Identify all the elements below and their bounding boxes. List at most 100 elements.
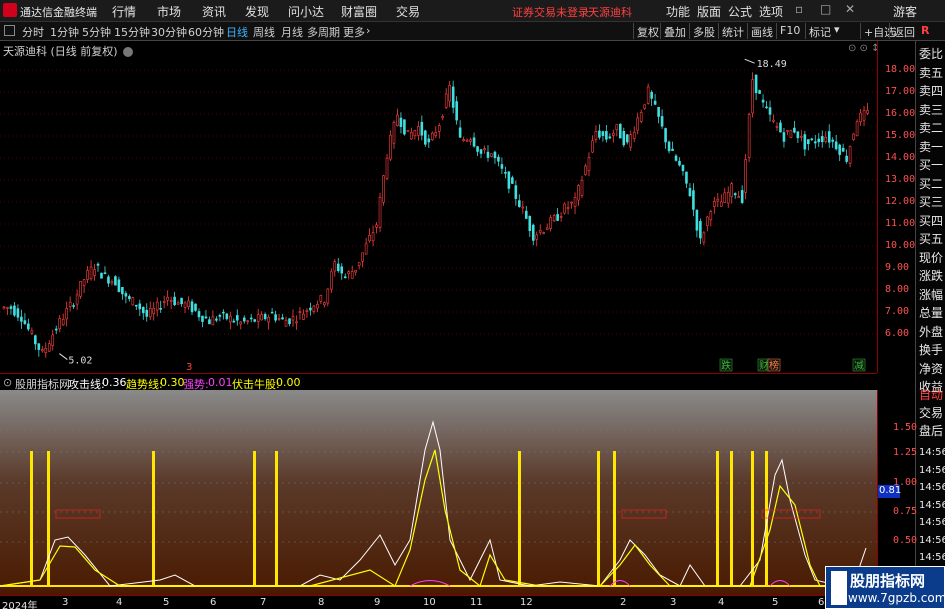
multi-stock-button[interactable]: 多股 (689, 23, 718, 39)
period-tab[interactable]: 5分钟 (82, 24, 111, 40)
side-panel-item[interactable]: 买三 (919, 193, 943, 210)
chevron-right-icon[interactable]: › (366, 24, 370, 37)
window-close-icon[interactable]: ✕ (845, 2, 855, 16)
guest-user[interactable]: 游客 (893, 3, 917, 20)
candle-body (813, 141, 817, 144)
side-panel-item[interactable]: 自动 (919, 386, 943, 403)
candle-body (148, 308, 152, 318)
menu-news[interactable]: 资讯 (202, 3, 226, 20)
period-tab[interactable]: 60分钟 (188, 24, 224, 40)
candle-body (41, 349, 44, 352)
candle-body (674, 155, 678, 161)
candle-body (9, 306, 13, 309)
candlestick-chart[interactable]: 18.49 5.02 3 跌 财榜 减 (0, 41, 877, 373)
candle-body (413, 130, 417, 137)
menu-market-quotes[interactable]: 行情 (112, 3, 136, 20)
side-panel-item[interactable]: 14:56 (919, 535, 945, 546)
side-panel-item[interactable]: 买五 (919, 230, 943, 247)
side-panel-item[interactable]: 14:56 (919, 552, 945, 563)
back-button[interactable]: 返回 (889, 23, 918, 39)
menu-trade[interactable]: 交易 (396, 3, 420, 20)
trade-login-status[interactable]: 证券交易未登录 (512, 4, 589, 20)
candle-body (350, 271, 354, 279)
candle-body (796, 131, 800, 139)
side-panel-item[interactable]: 现价 (919, 249, 943, 266)
side-panel-item[interactable]: 卖四 (919, 82, 943, 99)
period-tab[interactable]: 月线 (281, 24, 303, 40)
side-panel-item[interactable]: 卖五 (919, 64, 943, 81)
side-panel-item[interactable]: 委比 (919, 45, 943, 62)
candle-body (403, 119, 406, 135)
panel-toggle-icon[interactable] (4, 25, 15, 36)
mark-dropdown-icon[interactable]: ▾ (834, 23, 840, 39)
side-panel-item[interactable]: 交易 (919, 404, 943, 421)
candle-body (636, 117, 640, 131)
candle-body (309, 307, 312, 311)
menu-function[interactable]: 功能 (666, 3, 690, 20)
side-panel-item[interactable]: 14:56 (919, 517, 945, 528)
side-panel-item[interactable]: 买四 (919, 212, 943, 229)
candle-body (100, 272, 103, 279)
period-tab[interactable]: 周线 (253, 24, 275, 40)
side-panel-item[interactable]: 总量 (919, 304, 943, 321)
candle-body (831, 139, 834, 142)
period-tab[interactable]: 分时 (22, 24, 44, 40)
candle-body (159, 307, 162, 310)
candle-body (107, 276, 110, 284)
candle-body (242, 317, 246, 322)
side-panel-item[interactable]: 14:56 (919, 465, 945, 476)
menu-discover[interactable]: 发现 (245, 3, 269, 20)
overlay-button[interactable]: 叠加 (660, 23, 689, 39)
candle-body (323, 302, 326, 306)
candle-body (726, 192, 730, 204)
side-panel-item[interactable]: 涨跌 (919, 267, 943, 284)
side-panel-item[interactable]: 买二 (919, 175, 943, 192)
candle-body (16, 308, 20, 318)
menu-options[interactable]: 选项 (759, 3, 783, 20)
indicator-settings-icon[interactable]: ⊙ (3, 376, 12, 389)
menu-layout[interactable]: 版面 (697, 3, 721, 20)
period-tab[interactable]: 15分钟 (114, 24, 150, 40)
period-tab[interactable]: 1分钟 (50, 24, 79, 40)
mark-button[interactable]: 标记 (805, 23, 834, 39)
side-panel-item[interactable]: 14:56 (919, 500, 945, 511)
adjust-button[interactable]: 复权 (633, 23, 662, 39)
side-panel-item[interactable]: 卖二 (919, 119, 943, 136)
chart-toolbar-icons[interactable]: ⊙ ⊙ ↕ (848, 43, 880, 54)
side-panel-item[interactable]: 14:56 (919, 447, 945, 458)
window-restore-icon[interactable]: ▫ (795, 2, 803, 16)
period-tab[interactable]: 30分钟 (151, 24, 187, 40)
window-maximize-icon[interactable]: □ (820, 2, 831, 16)
side-panel-item[interactable]: 外盘 (919, 323, 943, 340)
period-tab-active[interactable]: 日线 (226, 24, 248, 40)
period-tab[interactable]: 多周期 (307, 24, 340, 40)
side-panel-item[interactable]: 买一 (919, 156, 943, 173)
candle-body (183, 302, 187, 308)
candle-body (608, 136, 612, 139)
chart-settings-icon[interactable] (123, 47, 134, 57)
side-panel-item[interactable]: 卖三 (919, 101, 943, 118)
menu-wealth[interactable]: 财富圈 (341, 3, 377, 20)
period-tab-more[interactable]: 更多 (343, 24, 365, 40)
draw-line-button[interactable]: 画线 (747, 23, 776, 39)
f10-button[interactable]: F10 (776, 23, 803, 39)
menu-formula[interactable]: 公式 (728, 3, 752, 20)
menu-market[interactable]: 市场 (157, 3, 181, 20)
signal-spike (152, 451, 155, 587)
candle-body (500, 164, 504, 169)
candle-body (336, 263, 340, 272)
menu-xiaoda[interactable]: 问小达 (288, 3, 324, 20)
side-panel-item[interactable]: 换手 (919, 341, 943, 358)
indicator-chart[interactable] (0, 390, 877, 595)
side-panel-item[interactable]: 涨幅 (919, 286, 943, 303)
side-panel-item[interactable]: 盘后 (919, 422, 943, 439)
candle-body (298, 311, 302, 313)
candle-body (859, 112, 862, 123)
side-panel-item[interactable]: 14:56 (919, 482, 945, 493)
signal-spike (253, 451, 256, 587)
candle-body (256, 314, 260, 322)
side-panel-item[interactable]: 净资 (919, 360, 943, 377)
side-panel-item[interactable]: 卖一 (919, 138, 943, 155)
candle-body (37, 343, 41, 350)
statistics-button[interactable]: 统计 (718, 23, 747, 39)
